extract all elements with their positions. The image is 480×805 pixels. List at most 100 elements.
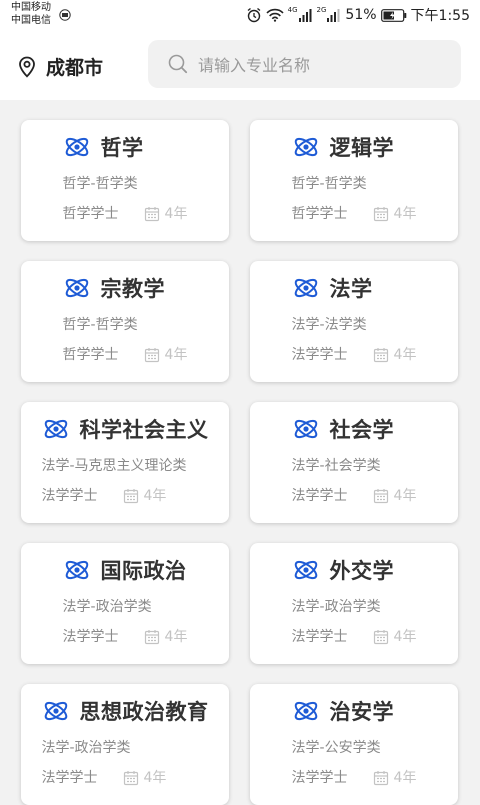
major-title: 外交学 bbox=[329, 559, 395, 583]
major-card[interactable]: 逻辑学 哲学-哲学类 哲学学士 4年 bbox=[250, 120, 458, 241]
atom-icon bbox=[65, 278, 88, 298]
major-title: 哲学 bbox=[100, 136, 144, 160]
major-meta: 法学学士 4年 bbox=[292, 627, 417, 647]
major-duration: 4年 bbox=[393, 770, 417, 786]
major-card[interactable]: 宗教学 哲学-哲学类 哲学学士 4年 bbox=[21, 261, 229, 382]
battery-percent: 51% bbox=[345, 7, 377, 23]
network-type-2: 2G bbox=[316, 6, 327, 14]
major-card-content: 社会学 法学-社会学类 法学学士 4年 bbox=[292, 414, 417, 523]
major-grid: 哲学 哲学-哲学类 哲学学士 4年 逻辑学 哲学-哲学类 哲学学士 4年 宗教学… bbox=[21, 120, 461, 805]
major-degree: 法学学士 bbox=[62, 629, 119, 645]
major-card-content: 外交学 法学-政治学类 法学学士 4年 bbox=[292, 555, 417, 664]
major-degree: 哲学学士 bbox=[62, 347, 119, 363]
search-icon bbox=[168, 54, 188, 74]
calendar-icon bbox=[144, 207, 159, 222]
major-title-row: 社会学 bbox=[292, 414, 417, 444]
major-degree: 哲学学士 bbox=[291, 206, 348, 222]
major-card-content: 科学社会主义 法学-马克思主义理论类 法学学士 4年 bbox=[42, 414, 209, 523]
major-category: 法学-公安学类 bbox=[291, 740, 381, 756]
major-card[interactable]: 社会学 法学-社会学类 法学学士 4年 bbox=[250, 402, 458, 523]
major-title: 科学社会主义 bbox=[79, 418, 209, 442]
atom-icon bbox=[294, 701, 317, 721]
calendar-icon bbox=[373, 348, 388, 363]
major-meta: 法学学士 4年 bbox=[292, 345, 417, 365]
major-card[interactable]: 思想政治教育 法学-政治学类 法学学士 4年 bbox=[21, 684, 229, 805]
major-category: 法学-法学类 bbox=[291, 317, 367, 333]
search-input[interactable]: 请输入专业名称 bbox=[148, 40, 461, 88]
major-degree: 法学学士 bbox=[291, 488, 348, 504]
battery-icon bbox=[380, 8, 406, 22]
major-title: 法学 bbox=[329, 277, 373, 301]
major-duration: 4年 bbox=[393, 206, 417, 222]
major-card-content: 哲学 哲学-哲学类 哲学学士 4年 bbox=[63, 132, 188, 241]
major-duration: 4年 bbox=[143, 488, 167, 504]
carrier-primary: 中国移动 bbox=[11, 2, 51, 13]
major-title-row: 科学社会主义 bbox=[42, 414, 209, 444]
major-meta: 法学学士 4年 bbox=[42, 768, 209, 788]
calendar-icon bbox=[373, 630, 388, 645]
major-card[interactable]: 外交学 法学-政治学类 法学学士 4年 bbox=[250, 543, 458, 664]
major-meta: 哲学学士 4年 bbox=[63, 204, 188, 224]
atom-icon bbox=[294, 278, 317, 298]
major-category: 哲学-哲学类 bbox=[62, 176, 138, 192]
major-title-row: 思想政治教育 bbox=[42, 696, 209, 726]
alarm-icon bbox=[247, 7, 261, 23]
major-title: 宗教学 bbox=[100, 277, 166, 301]
major-category: 法学-政治学类 bbox=[41, 740, 131, 756]
major-meta: 哲学学士 4年 bbox=[63, 345, 188, 365]
atom-icon bbox=[294, 419, 317, 439]
calendar-icon bbox=[123, 771, 138, 786]
major-degree: 法学学士 bbox=[291, 770, 348, 786]
atom-icon bbox=[294, 560, 317, 580]
status-indicators: 4G 2G 51% 下午1:55 bbox=[246, 5, 470, 25]
major-title-row: 外交学 bbox=[292, 555, 417, 585]
clock-time: 下午1:55 bbox=[410, 8, 470, 24]
major-card-content: 逻辑学 哲学-哲学类 哲学学士 4年 bbox=[292, 132, 417, 241]
search-placeholder: 请输入专业名称 bbox=[198, 56, 311, 75]
major-duration: 4年 bbox=[164, 206, 188, 222]
major-title-row: 逻辑学 bbox=[292, 132, 417, 162]
signal-icon-2 bbox=[327, 9, 340, 22]
wifi-icon bbox=[266, 8, 284, 22]
calendar-icon bbox=[373, 489, 388, 504]
signal-icon-1 bbox=[298, 9, 312, 22]
major-duration: 4年 bbox=[164, 347, 188, 363]
major-title-row: 国际政治 bbox=[63, 555, 188, 585]
major-degree: 法学学士 bbox=[291, 347, 348, 363]
major-meta: 法学学士 4年 bbox=[292, 486, 417, 506]
major-title: 思想政治教育 bbox=[79, 700, 209, 724]
status-bar: 中国移动 中国电信 4G 2G 51% 下午1:55 bbox=[0, 0, 480, 30]
major-meta: 哲学学士 4年 bbox=[292, 204, 417, 224]
carrier-secondary: 中国电信 bbox=[11, 15, 51, 26]
major-degree: 法学学士 bbox=[291, 629, 348, 645]
major-card-content: 治安学 法学-公安学类 法学学士 4年 bbox=[292, 696, 417, 805]
major-card-content: 宗教学 哲学-哲学类 哲学学士 4年 bbox=[63, 273, 188, 382]
major-card[interactable]: 法学 法学-法学类 法学学士 4年 bbox=[250, 261, 458, 382]
major-degree: 哲学学士 bbox=[62, 206, 119, 222]
major-category: 法学-社会学类 bbox=[291, 458, 381, 474]
major-title-row: 哲学 bbox=[63, 132, 188, 162]
calendar-icon bbox=[373, 207, 388, 222]
major-category: 哲学-哲学类 bbox=[291, 176, 367, 192]
major-card[interactable]: 治安学 法学-公安学类 法学学士 4年 bbox=[250, 684, 458, 805]
calendar-icon bbox=[373, 771, 388, 786]
major-title: 逻辑学 bbox=[329, 136, 395, 160]
major-degree: 法学学士 bbox=[41, 488, 98, 504]
major-card[interactable]: 哲学 哲学-哲学类 哲学学士 4年 bbox=[21, 120, 229, 241]
major-duration: 4年 bbox=[393, 629, 417, 645]
location-pin-icon bbox=[19, 56, 35, 78]
major-duration: 4年 bbox=[164, 629, 188, 645]
major-meta: 法学学士 4年 bbox=[63, 627, 188, 647]
major-duration: 4年 bbox=[393, 347, 417, 363]
major-duration: 4年 bbox=[143, 770, 167, 786]
major-title-row: 治安学 bbox=[292, 696, 417, 726]
city-label: 成都市 bbox=[46, 57, 104, 79]
major-card[interactable]: 国际政治 法学-政治学类 法学学士 4年 bbox=[21, 543, 229, 664]
major-card[interactable]: 科学社会主义 法学-马克思主义理论类 法学学士 4年 bbox=[21, 402, 229, 523]
location-selector[interactable]: 成都市 bbox=[17, 53, 103, 80]
header: 成都市 请输入专业名称 bbox=[0, 30, 480, 100]
calendar-icon bbox=[123, 489, 138, 504]
major-meta: 法学学士 4年 bbox=[42, 486, 209, 506]
hd-voice-icon bbox=[59, 9, 71, 21]
major-category: 法学-政治学类 bbox=[62, 599, 152, 615]
